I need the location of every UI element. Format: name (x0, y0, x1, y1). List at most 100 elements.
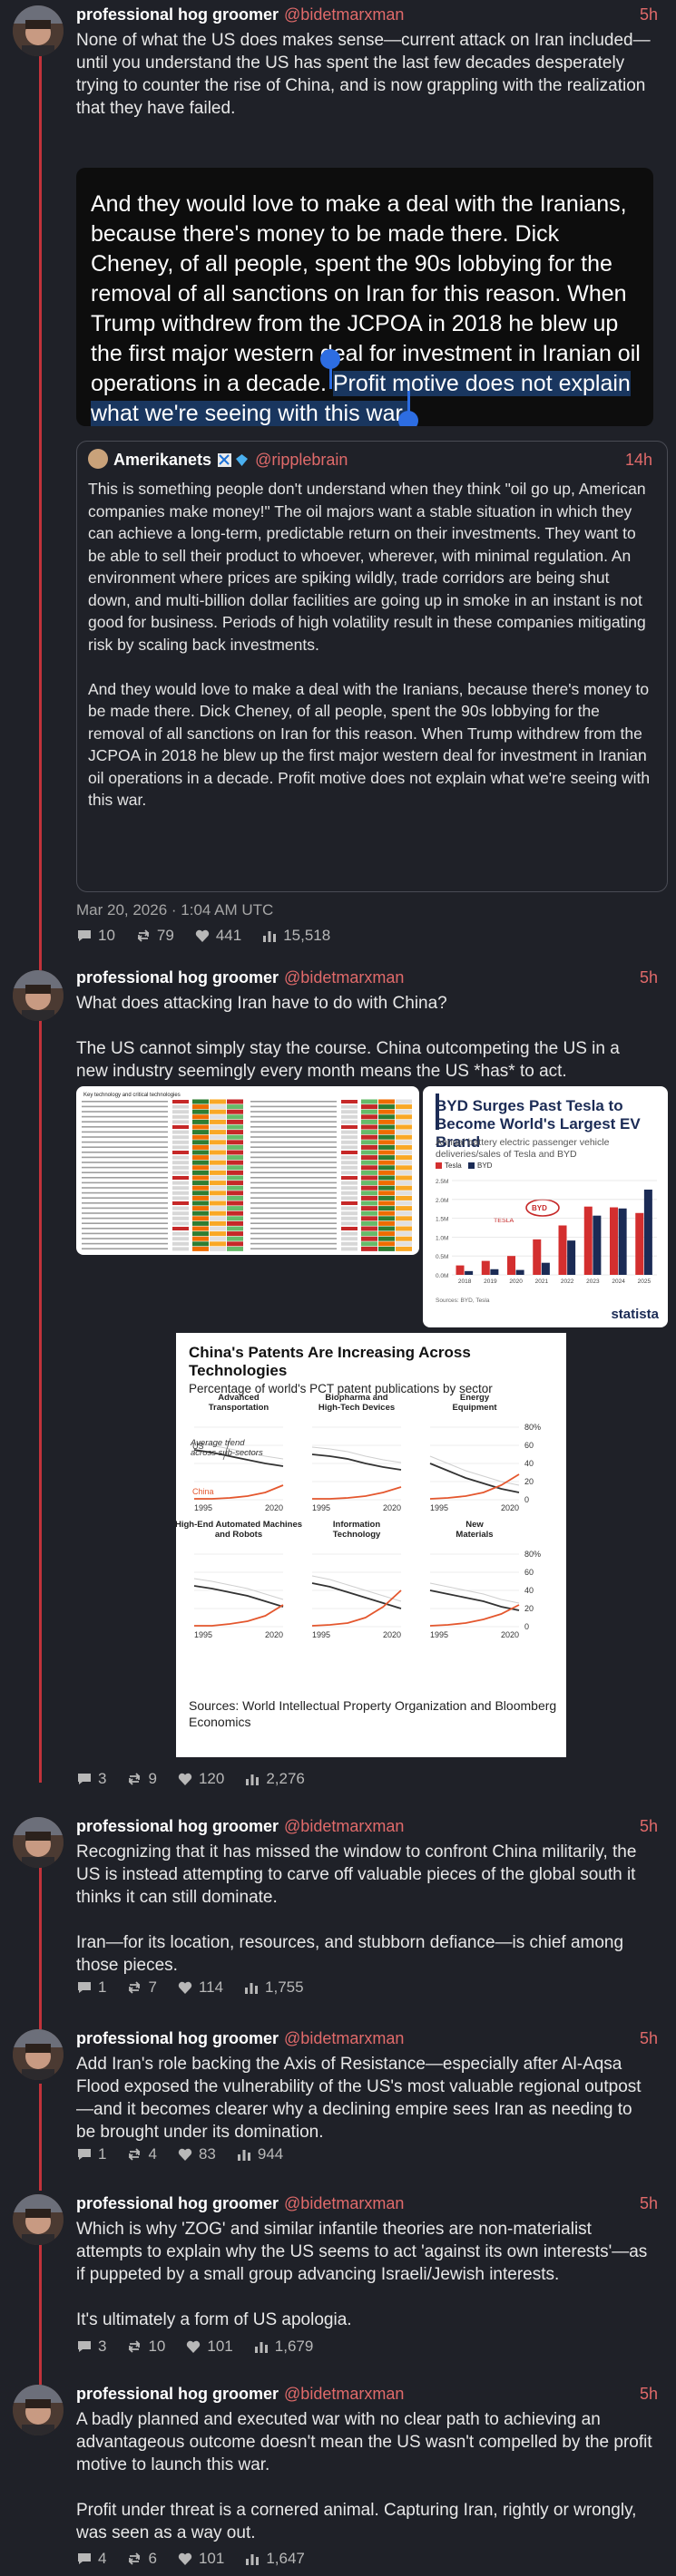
post[interactable]: professional hog groomer @bidetmarxman 5h… (0, 0, 676, 968)
y-tick-label: 1.5M (436, 1217, 448, 1223)
post-time[interactable]: 5h (640, 1817, 658, 1836)
post-time[interactable]: 5h (640, 5, 658, 24)
author-name[interactable]: professional hog groomer (76, 2385, 279, 2403)
repost-count[interactable]: 7 (126, 1978, 157, 1997)
repost-count[interactable]: 79 (135, 927, 174, 945)
post-date[interactable]: Mar 20, 2026 · 1:04 AM UTC (76, 901, 273, 919)
table-cell (227, 1236, 243, 1241)
bar-chart-icon (237, 2150, 250, 2161)
table-cell (396, 1170, 412, 1175)
like-count[interactable]: 101 (177, 2550, 224, 2568)
avatar[interactable] (13, 2194, 64, 2245)
y-tick-label: 40 (524, 1586, 534, 1595)
repost-count[interactable]: 10 (126, 2338, 165, 2356)
avatar[interactable] (13, 5, 64, 56)
author-name[interactable]: professional hog groomer (76, 2029, 279, 2047)
avatar[interactable] (13, 2385, 64, 2435)
quote-avatar[interactable] (88, 449, 108, 469)
quote-time[interactable]: 14h (625, 451, 652, 470)
reply-count[interactable]: 1 (76, 1978, 106, 1997)
attached-image-byd-chart[interactable]: BYD Surges Past Tesla to Become World's … (423, 1086, 668, 1327)
table-cell (210, 1170, 226, 1175)
table-cell (210, 1236, 226, 1241)
author-handle[interactable]: @bidetmarxman (284, 2029, 404, 2047)
selection-start-handle[interactable] (320, 349, 340, 369)
table-cell (192, 1206, 209, 1211)
quoted-post[interactable]: Amerikanets @ripplebrain 14h This is som… (76, 441, 668, 892)
author-handle[interactable]: @bidetmarxman (284, 2194, 404, 2212)
like-count[interactable]: 101 (185, 2338, 233, 2356)
quote-author-name[interactable]: Amerikanets (113, 451, 211, 469)
table-cell (210, 1119, 226, 1124)
author-name[interactable]: professional hog groomer (76, 968, 279, 987)
statista-logo[interactable]: statista (611, 1307, 659, 1322)
table-cell (192, 1181, 209, 1186)
bar-tesla (456, 1265, 465, 1275)
avatar[interactable] (13, 2029, 64, 2080)
reply-count[interactable]: 3 (76, 2338, 106, 2356)
attached-image-table[interactable]: Key technology and critical technologies (76, 1086, 419, 1255)
quote-author-handle[interactable]: @ripplebrain (255, 451, 348, 469)
post-text: None of what the US does makes sense—cur… (76, 29, 654, 120)
view-count[interactable]: 1,679 (253, 2338, 313, 2356)
avatar[interactable] (13, 1817, 64, 1868)
view-count[interactable]: 15,518 (261, 927, 330, 945)
attached-screenshot[interactable]: And they would love to make a deal with … (76, 168, 653, 426)
post-header: professional hog groomer @bidetmarxman 5h (76, 968, 658, 990)
post[interactable]: professional hog groomer @bidetmarxman 5h… (0, 1812, 676, 2011)
table-row-text (82, 1197, 168, 1199)
post-time[interactable]: 5h (640, 2029, 658, 2048)
post[interactable]: professional hog groomer @bidetmarxman 5h… (0, 2379, 676, 2576)
bar-byd (515, 1269, 524, 1275)
author-handle[interactable]: @bidetmarxman (284, 5, 404, 24)
table-row-text (250, 1162, 337, 1163)
post[interactable]: professional hog groomer @bidetmarxman 5h… (0, 963, 676, 1803)
table-cell (192, 1099, 209, 1104)
author-handle[interactable]: @bidetmarxman (284, 2385, 404, 2403)
view-count[interactable]: 2,276 (244, 1770, 305, 1788)
legend-swatch-tesla (436, 1162, 442, 1169)
x-tick-label: 2023 (586, 1278, 600, 1285)
selection-end-handle[interactable] (398, 411, 418, 426)
speech-bubble-icon (78, 2553, 91, 2564)
repost-arrows-icon (129, 1773, 141, 1785)
like-count[interactable]: 441 (194, 927, 241, 945)
table-cell (378, 1114, 395, 1120)
table-cell (341, 1241, 358, 1246)
x-tick-label: 2024 (612, 1278, 625, 1285)
post-time[interactable]: 5h (640, 968, 658, 987)
reply-count[interactable]: 4 (76, 2550, 106, 2568)
view-count[interactable]: 944 (236, 2145, 283, 2163)
post[interactable]: professional hog groomer @bidetmarxman 5h… (0, 2189, 676, 2367)
attached-image-patents-chart[interactable]: China's Patents Are Increasing Across Te… (176, 1333, 566, 1757)
like-count[interactable]: 114 (177, 1978, 223, 1997)
post-stats: 3 9 120 2,276 (76, 1770, 305, 1788)
author-name[interactable]: professional hog groomer (76, 5, 279, 24)
table-row-text (82, 1111, 168, 1113)
repost-count[interactable]: 6 (126, 2550, 157, 2568)
view-count[interactable]: 1,647 (244, 2550, 305, 2568)
like-count[interactable]: 120 (177, 1770, 224, 1788)
author-name[interactable]: professional hog groomer (76, 2194, 279, 2212)
post-time[interactable]: 5h (640, 2194, 658, 2213)
author-handle[interactable]: @bidetmarxman (284, 968, 404, 987)
chart-source: Sources: World Intellectual Property Org… (189, 1698, 557, 1729)
table-cell (210, 1124, 226, 1130)
table-cell (192, 1226, 209, 1231)
author-handle[interactable]: @bidetmarxman (284, 1817, 404, 1835)
repost-count[interactable]: 4 (126, 2145, 157, 2163)
speech-bubble-icon (78, 930, 91, 941)
tesla-logo: TESLA (494, 1218, 514, 1224)
view-count[interactable]: 1,755 (243, 1978, 304, 1997)
avatar[interactable] (13, 970, 64, 1021)
author-name[interactable]: professional hog groomer (76, 1817, 279, 1835)
reply-count[interactable]: 1 (76, 2145, 106, 2163)
like-count[interactable]: 83 (177, 2145, 216, 2163)
y-tick-label: 60 (524, 1441, 534, 1450)
reply-count[interactable]: 3 (76, 1770, 106, 1788)
post-time[interactable]: 5h (640, 2385, 658, 2404)
post[interactable]: professional hog groomer @bidetmarxman 5h… (0, 2024, 676, 2173)
reply-count[interactable]: 10 (76, 927, 115, 945)
bar-tesla (507, 1256, 516, 1275)
repost-count[interactable]: 9 (126, 1770, 157, 1788)
